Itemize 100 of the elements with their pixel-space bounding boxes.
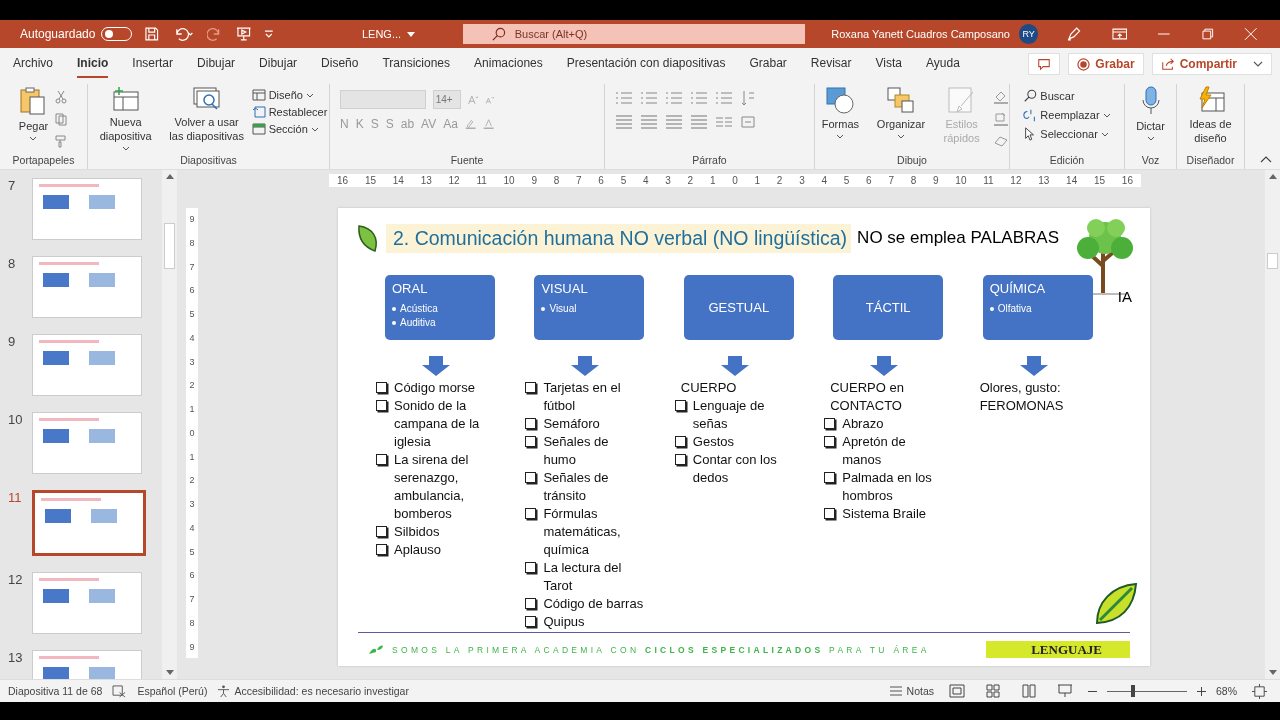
scroll-up-icon[interactable] xyxy=(1268,174,1277,179)
dictate-button[interactable]: Dictar xyxy=(1128,86,1173,154)
category-bullet: Olfativa xyxy=(997,302,1032,316)
ribbon-tab[interactable]: Transiciones xyxy=(382,50,451,78)
replace-button[interactable]: Reemplazar xyxy=(1023,108,1111,122)
list-item: Gestos xyxy=(692,433,735,451)
user-avatar[interactable]: RY xyxy=(1019,24,1039,44)
normal-view-icon[interactable] xyxy=(949,684,965,698)
reuse-slides-button[interactable]: Volver a usar las diapositivas xyxy=(167,86,246,154)
share-button[interactable]: Compartir xyxy=(1151,53,1272,75)
arrange-button[interactable]: Organizar xyxy=(871,86,931,154)
zoom-in-icon[interactable] xyxy=(1197,686,1206,696)
ribbon-tab[interactable]: Dibujar xyxy=(197,50,236,78)
restore-icon[interactable] xyxy=(1200,27,1215,41)
presentation-icon[interactable] xyxy=(235,26,252,42)
reset-icon xyxy=(251,106,266,118)
ribbon-tab[interactable]: Ayuda xyxy=(926,50,960,78)
scroll-down-icon[interactable] xyxy=(1268,670,1277,675)
slide-number: 11 xyxy=(7,490,23,505)
slide-number: 12 xyxy=(7,572,24,587)
record-button[interactable]: Grabar xyxy=(1068,53,1144,75)
customize-caret-icon[interactable] xyxy=(264,30,274,38)
list-item: Código de barras xyxy=(543,595,644,613)
language-button[interactable]: Español (Perú) xyxy=(137,685,208,697)
collapse-ribbon-icon[interactable] xyxy=(1260,155,1272,163)
list-item: Aplauso xyxy=(394,541,442,559)
ribbon-tab[interactable]: Dibujar xyxy=(259,50,298,78)
checkbox-bullet-icon xyxy=(525,508,537,519)
ribbon-tab[interactable]: Archivo xyxy=(13,50,53,78)
slide-thumbnail[interactable] xyxy=(32,490,146,556)
layout-button[interactable]: Diseño xyxy=(251,89,328,101)
highlight-icon[interactable] xyxy=(464,117,477,131)
caret-icon[interactable] xyxy=(407,31,416,37)
close-icon[interactable] xyxy=(1244,27,1259,41)
fill-icon[interactable] xyxy=(993,90,1009,104)
outline-icon[interactable] xyxy=(993,112,1009,126)
slideshow-icon[interactable] xyxy=(1057,684,1073,698)
comment-icon xyxy=(1037,57,1052,71)
category-name: QUÍMICA xyxy=(989,281,1047,296)
design-ideas-button[interactable]: Ideas de diseño xyxy=(1181,86,1240,154)
paste-button[interactable]: Pegar xyxy=(18,86,49,154)
notes-icon xyxy=(888,686,903,696)
scrollbar[interactable] xyxy=(1265,170,1280,679)
ribbon-tab[interactable]: Grabar xyxy=(749,50,787,78)
ribbon-tab[interactable]: Insertar xyxy=(132,50,174,78)
ribbon-tab[interactable]: Vista xyxy=(875,50,902,78)
new-slide-button[interactable]: Nueva diapositiva xyxy=(89,86,162,154)
scrollbar-thumb[interactable] xyxy=(1267,253,1278,269)
checkbox-bullet-icon xyxy=(824,472,836,483)
comments-button[interactable] xyxy=(1028,53,1061,75)
list-item: Lenguaje de señas xyxy=(692,397,766,433)
scroll-up-icon[interactable] xyxy=(165,174,174,179)
spellcheck-icon[interactable] xyxy=(112,684,128,698)
grid-view-icon[interactable] xyxy=(985,684,1001,698)
format-painter-icon[interactable] xyxy=(54,134,69,148)
file-name[interactable]: LENG... xyxy=(361,28,402,40)
ribbon-tab[interactable]: Presentación con diapositivas xyxy=(566,50,726,78)
fit-slide-icon[interactable] xyxy=(1252,683,1267,699)
checkbox-bullet-icon xyxy=(376,454,387,465)
list-item: La lectura del Tarot xyxy=(543,559,623,595)
slide-subtitle: NO se emplea PALABRAS xyxy=(857,228,1059,248)
reading-view-icon[interactable] xyxy=(1021,684,1037,698)
logo-text: IA xyxy=(1117,288,1132,305)
save-icon[interactable] xyxy=(144,26,160,42)
zoom-slider-thumb[interactable] xyxy=(1131,685,1135,697)
font-size-field[interactable]: 14+ xyxy=(432,90,462,109)
font-color-icon[interactable] xyxy=(483,117,495,131)
layout-icon xyxy=(251,89,266,101)
ribbon-tab[interactable]: Revisar xyxy=(810,50,852,78)
scrollbar-thumb[interactable] xyxy=(164,223,175,269)
ribbon-tab[interactable]: Diseño xyxy=(321,50,359,78)
record-icon xyxy=(1077,57,1091,71)
shapes-button[interactable]: Formas xyxy=(815,86,866,154)
copy-icon[interactable] xyxy=(54,112,69,126)
pen-icon[interactable] xyxy=(1066,26,1082,42)
reset-button[interactable]: Restablecer xyxy=(251,106,328,118)
ribbon-display-icon[interactable] xyxy=(1111,26,1128,42)
search-field[interactable]: Buscar (Alt+Q) xyxy=(462,24,805,44)
font-name-field[interactable] xyxy=(340,90,426,109)
ribbon-tab[interactable]: Animaciones xyxy=(474,50,543,78)
group-label: Fuente xyxy=(449,154,485,168)
section-button[interactable]: Sección xyxy=(251,123,328,135)
scroll-down-icon[interactable] xyxy=(165,670,174,675)
notes-button[interactable]: Notas xyxy=(888,685,934,697)
clipboard-icon xyxy=(19,86,48,116)
accessibility-button[interactable]: Accesibilidad: es necesario investigar xyxy=(217,684,409,698)
scrollbar[interactable] xyxy=(162,170,177,679)
scissors-icon[interactable] xyxy=(54,90,69,104)
select-button[interactable]: Seleccionar xyxy=(1023,127,1111,141)
slides-search-icon xyxy=(191,86,222,112)
category-name: GESTUAL xyxy=(708,300,770,315)
ribbon-tab[interactable]: Inicio xyxy=(77,50,109,78)
zoom-percent[interactable]: 68% xyxy=(1216,685,1237,697)
list-item: Contar con los dedos xyxy=(692,451,778,487)
checkbox-bullet-icon xyxy=(376,382,387,393)
effects-icon[interactable] xyxy=(993,134,1009,148)
list-item: Apretón de manos xyxy=(842,433,907,469)
group-label: Diapositivas xyxy=(179,154,238,168)
slide-number: 8 xyxy=(7,256,17,271)
find-button[interactable]: Buscar xyxy=(1023,89,1111,103)
